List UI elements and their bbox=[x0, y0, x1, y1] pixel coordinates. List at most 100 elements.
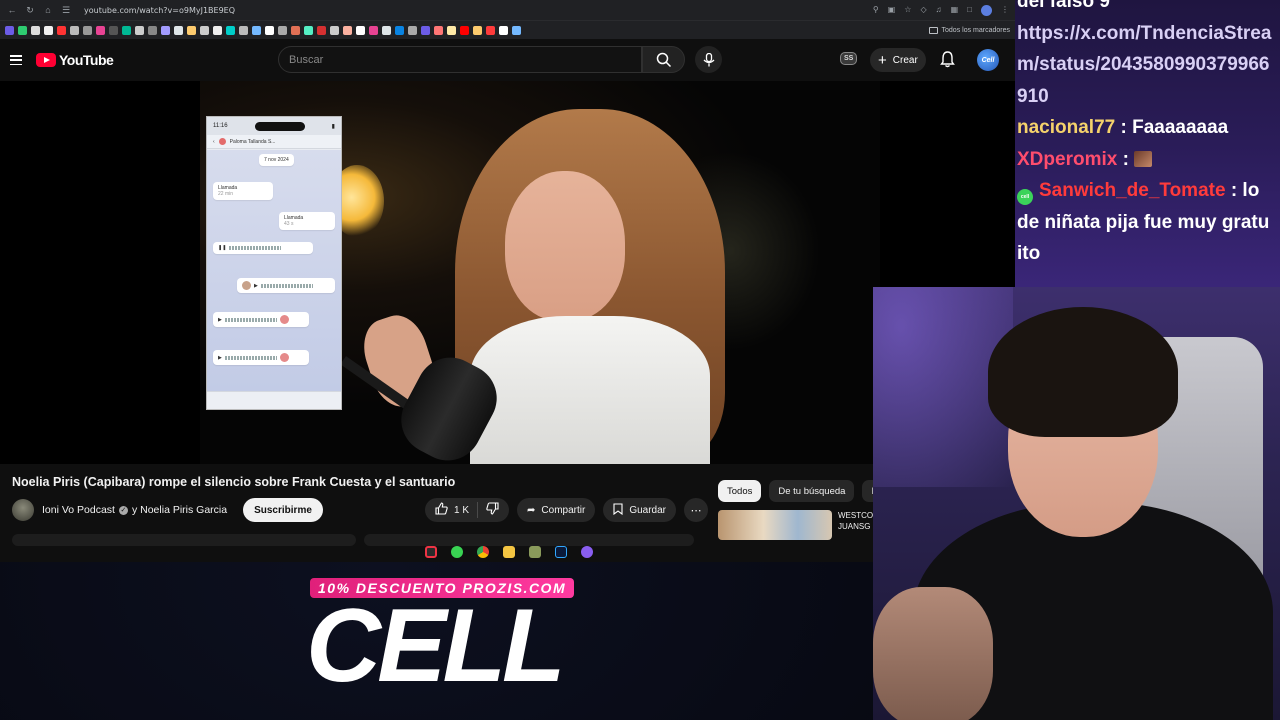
chip-from-search[interactable]: De tu búsqueda bbox=[769, 480, 855, 502]
bookmark-icon[interactable] bbox=[135, 25, 144, 35]
menu-hamburger-icon[interactable] bbox=[10, 55, 22, 65]
obs-app-icon[interactable] bbox=[425, 546, 437, 558]
bookmark-icon[interactable] bbox=[148, 25, 157, 35]
bookmark-icon[interactable] bbox=[499, 25, 508, 35]
bookmark-icon[interactable] bbox=[460, 25, 469, 35]
chat-username: XDperomix bbox=[1017, 148, 1118, 170]
extensions-icon[interactable]: ◇ bbox=[920, 5, 926, 16]
bookmark-icon[interactable] bbox=[96, 25, 105, 35]
bookmark-icon[interactable] bbox=[5, 25, 14, 35]
like-count[interactable]: 1 K bbox=[454, 505, 469, 516]
ss-badge[interactable]: SS bbox=[840, 52, 858, 65]
bookmark-icon[interactable] bbox=[278, 25, 287, 35]
files-app-icon[interactable] bbox=[503, 546, 515, 558]
bookmark-icon[interactable] bbox=[291, 25, 300, 35]
save-button[interactable]: Guardar bbox=[603, 498, 676, 522]
bookmark-icon[interactable] bbox=[369, 25, 378, 35]
search-button[interactable] bbox=[642, 46, 685, 73]
bookmark-star-icon[interactable]: ☆ bbox=[904, 5, 911, 16]
create-button[interactable]: + Crear bbox=[870, 48, 926, 72]
bookmark-icon[interactable] bbox=[486, 25, 495, 35]
notifications-bell-icon[interactable] bbox=[940, 51, 955, 73]
bookmark-icon[interactable] bbox=[187, 25, 196, 35]
bookmark-icon[interactable] bbox=[330, 25, 339, 35]
media-icon[interactable]: ♫ bbox=[936, 5, 942, 16]
youtube-logo[interactable]: YouTube bbox=[36, 52, 114, 68]
bookmark-icon[interactable] bbox=[382, 25, 391, 35]
search-input[interactable] bbox=[289, 53, 641, 66]
like-icon[interactable] bbox=[435, 502, 448, 518]
bookmark-icon[interactable] bbox=[213, 25, 222, 35]
chat-emote-icon bbox=[1134, 150, 1153, 167]
bookmark-icon[interactable] bbox=[408, 25, 417, 35]
related-video-item[interactable]: WESTCO JUANSG bbox=[718, 510, 873, 540]
bookmark-icon[interactable] bbox=[512, 25, 521, 35]
channel-row: Ioni Vo Podcast ✓ y Noelia Piris Garcia … bbox=[12, 498, 323, 522]
discord-app-icon[interactable] bbox=[581, 546, 593, 558]
sub-badge-icon: cell bbox=[1017, 189, 1033, 205]
photoshop-app-icon[interactable] bbox=[555, 546, 567, 558]
cast-icon[interactable]: ▣ bbox=[888, 5, 896, 16]
bookmark-icon[interactable] bbox=[473, 25, 482, 35]
spotify-app-icon[interactable] bbox=[451, 546, 463, 558]
back-icon[interactable]: ← bbox=[6, 5, 18, 15]
bookmark-icon[interactable] bbox=[356, 25, 365, 35]
bookmark-icon[interactable] bbox=[304, 25, 313, 35]
bookmark-icon[interactable] bbox=[265, 25, 274, 35]
bookmark-icon[interactable] bbox=[44, 25, 53, 35]
bookmark-icon[interactable] bbox=[174, 25, 183, 35]
bookmark-icon[interactable] bbox=[70, 25, 79, 35]
profile-icon[interactable] bbox=[981, 4, 992, 16]
channel-avatar[interactable] bbox=[12, 499, 34, 521]
bookmark-icon[interactable] bbox=[395, 25, 404, 35]
channel-name[interactable]: Ioni Vo Podcast ✓ y Noelia Piris Garcia bbox=[42, 504, 227, 516]
address-bar: ← ↻ ⌂ ☰ youtube.com/watch?v=o9MyJ1BE9EQ … bbox=[0, 0, 1015, 20]
collaborator-name: y Noelia Piris Garcia bbox=[131, 504, 228, 516]
share-button[interactable]: ➦ Compartir bbox=[517, 498, 596, 522]
description-box[interactable] bbox=[12, 534, 356, 546]
related-video-title[interactable]: WESTCO JUANSG bbox=[838, 510, 873, 540]
video-player[interactable] bbox=[0, 81, 1015, 464]
site-info-icon[interactable]: ☰ bbox=[60, 5, 72, 16]
bookmark-icon[interactable] bbox=[434, 25, 443, 35]
stream-chat-overlay: del falso 9 https://x.com/TndenciaStream… bbox=[1015, 0, 1280, 287]
bookmark-icon[interactable] bbox=[122, 25, 131, 35]
bookmark-icon[interactable] bbox=[239, 25, 248, 35]
zoom-icon[interactable]: ⚲ bbox=[873, 5, 879, 16]
bookmark-icon[interactable] bbox=[447, 25, 456, 35]
puzzle-icon[interactable]: ▦ bbox=[951, 5, 959, 16]
account-avatar[interactable]: Cell bbox=[977, 49, 999, 71]
subscribe-button[interactable]: Suscribirme bbox=[243, 498, 323, 522]
chrome-app-icon[interactable] bbox=[477, 546, 489, 558]
bookmark-icon[interactable] bbox=[109, 25, 118, 35]
url-text[interactable]: youtube.com/watch?v=o9MyJ1BE9EQ bbox=[84, 6, 235, 15]
chip-all[interactable]: Todos bbox=[718, 480, 762, 502]
bookmark-icon[interactable] bbox=[18, 25, 27, 35]
youtube-header: YouTube SS + Crear Cell bbox=[0, 39, 1015, 81]
streamer-brand-logo: CELL bbox=[306, 588, 566, 704]
related-video-thumbnail[interactable] bbox=[718, 510, 832, 540]
dislike-icon[interactable] bbox=[486, 502, 499, 518]
bookmark-icon[interactable] bbox=[57, 25, 66, 35]
menu-icon[interactable]: ⋮ bbox=[1001, 5, 1009, 16]
home-icon[interactable]: ⌂ bbox=[42, 5, 54, 15]
more-options-icon[interactable]: ⋯ bbox=[684, 498, 708, 522]
bookmark-icon[interactable] bbox=[226, 25, 235, 35]
reload-icon[interactable]: ↻ bbox=[24, 5, 36, 16]
bookmark-icon[interactable] bbox=[252, 25, 261, 35]
bookmark-icon[interactable] bbox=[317, 25, 326, 35]
search-icon bbox=[656, 52, 671, 67]
logo-text: YouTube bbox=[59, 52, 114, 68]
all-bookmarks[interactable]: Todos los marcadores bbox=[928, 26, 1010, 34]
video-phone-overlay: 11:16 ▮ ‹ Paloma Tallanda S... 7 nov 202… bbox=[206, 116, 342, 410]
sidebar-icon[interactable]: □ bbox=[967, 5, 972, 16]
bookmark-icon[interactable] bbox=[31, 25, 40, 35]
bookmark-icon[interactable] bbox=[200, 25, 209, 35]
bookmark-icon[interactable] bbox=[83, 25, 92, 35]
bookmark-icon[interactable] bbox=[343, 25, 352, 35]
minecraft-app-icon[interactable] bbox=[529, 546, 541, 558]
bookmark-icon[interactable] bbox=[161, 25, 170, 35]
voice-search-button[interactable] bbox=[695, 46, 722, 73]
bookmark-icon[interactable] bbox=[421, 25, 430, 35]
browser-toolbar-icons: ⚲ ▣ ☆ ◇ ♫ ▦ □ ⋮ bbox=[873, 4, 1009, 16]
